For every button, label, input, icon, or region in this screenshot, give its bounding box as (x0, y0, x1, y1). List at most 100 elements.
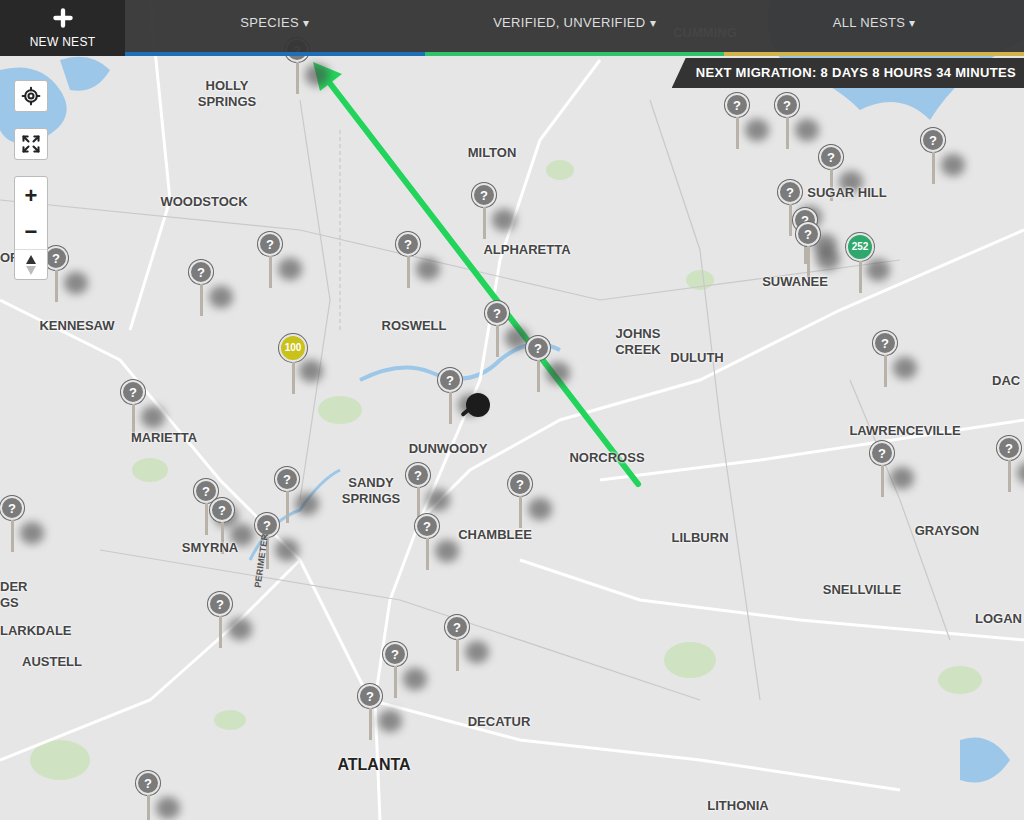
nest-count-pin[interactable]: 100 (279, 334, 307, 394)
nest-pin[interactable]: ? (121, 380, 145, 436)
pin-shadow (426, 489, 450, 511)
pin-head: ? (189, 260, 213, 284)
pin-shadow (209, 286, 233, 308)
pin-stick (369, 708, 372, 740)
pin-label: 100 (285, 343, 302, 353)
place-label: SUGAR HILL (802, 185, 892, 201)
filter-label: ALL NESTS (833, 13, 906, 33)
pin-label: ? (202, 485, 210, 498)
pin-shadow (745, 119, 769, 141)
nest-pin[interactable]: ? (189, 260, 213, 316)
place-label: GRAYSON (902, 523, 992, 539)
pin-stick (292, 362, 295, 394)
fullscreen-button[interactable] (14, 128, 48, 160)
nest-pin[interactable]: ? (415, 514, 439, 570)
pin-head: ? (997, 436, 1021, 460)
pin-label: ? (8, 502, 16, 515)
place-label: WOODSTOCK (154, 194, 254, 210)
nest-pin[interactable]: ? (258, 232, 282, 288)
pin-label: ? (423, 520, 431, 533)
pin-head: 252 (846, 233, 874, 261)
pin-stick (286, 491, 289, 523)
pin-head: ? (0, 496, 24, 520)
pin-label: ? (366, 690, 374, 703)
pin-head: ? (819, 145, 843, 169)
zoom-in-button[interactable]: + (15, 177, 47, 213)
map-canvas[interactable]: ????????252???????100??????????????????H… (0, 0, 1024, 820)
nest-pin[interactable]: ? (508, 472, 532, 528)
nest-pin[interactable]: ? (136, 771, 160, 820)
place-label: SMYRNA (170, 540, 250, 556)
place-label: AUSTELL (12, 654, 92, 670)
pin-stick (881, 465, 884, 497)
pin-shadow (156, 797, 180, 819)
filter-label: VERIFIED, UNVERIFIED (493, 13, 645, 33)
nest-pin[interactable]: ? (383, 642, 407, 698)
locate-button[interactable] (14, 80, 48, 112)
fullscreen-icon (21, 134, 41, 154)
nest-pin[interactable]: ? (526, 336, 550, 392)
nest-pin[interactable]: ? (997, 436, 1021, 492)
compass-button[interactable] (15, 249, 47, 279)
pin-label: ? (283, 473, 291, 486)
place-label: DULUTH (657, 350, 737, 366)
pin-label: ? (804, 228, 812, 241)
nest-pin[interactable]: ? (472, 183, 496, 239)
pin-stick (426, 538, 429, 570)
filter-dropdown[interactable]: ALL NESTS▾ (724, 0, 1024, 56)
pin-label: ? (391, 648, 399, 661)
nest-pin[interactable]: ? (485, 301, 509, 357)
pin-shadow (893, 357, 917, 379)
nest-pin[interactable]: ? (775, 93, 799, 149)
pin-stick (519, 496, 522, 528)
nest-pin[interactable]: ? (396, 232, 420, 288)
nest-pin[interactable]: ? (0, 496, 24, 552)
filter-dropdown[interactable]: SPECIES▾ (125, 0, 425, 56)
toolbar: NEW NESTSPECIES▾ VERIFIED, UNVERIFIED ▾ ALL… (0, 0, 1024, 56)
pin-shadow (465, 641, 489, 663)
pin-head: ? (873, 331, 897, 355)
pin-shadow (941, 154, 965, 176)
nest-pin[interactable]: ? (873, 331, 897, 387)
zoom-out-button[interactable]: − (15, 213, 47, 249)
nest-pin[interactable]: ? (445, 615, 469, 671)
pin-head: ? (258, 232, 282, 256)
place-label: MARIETTA (119, 430, 209, 446)
pin-shadow (1017, 462, 1024, 484)
pin-shadow (795, 119, 819, 141)
pin-stick (537, 360, 540, 392)
compass-icon (25, 254, 37, 276)
caret-icon: ▾ (303, 14, 309, 32)
nest-pin[interactable]: ? (438, 368, 462, 424)
nest-pin[interactable]: ? (725, 93, 749, 149)
place-label: LILBURN (660, 530, 740, 546)
pin-shadow (20, 522, 44, 544)
pin-shadow (816, 248, 840, 270)
pin-head: ? (208, 592, 232, 616)
nest-pin[interactable]: ? (208, 592, 232, 648)
map-controls: +− (14, 80, 48, 280)
pin-stick (449, 392, 452, 424)
nest-pin[interactable]: ? (358, 684, 382, 740)
pin-shadow (528, 498, 552, 520)
pin-shadow (435, 540, 459, 562)
pin-label: ? (534, 342, 542, 355)
pin-head: ? (775, 93, 799, 117)
nest-pin[interactable]: ? (796, 222, 820, 278)
nest-count-pin[interactable]: 252 (846, 233, 874, 293)
nest-pin[interactable]: ? (406, 463, 430, 519)
pin-stick (269, 256, 272, 288)
nest-marker[interactable] (466, 393, 490, 417)
nest-pin[interactable]: ? (921, 128, 945, 184)
new-nest-button[interactable]: NEW NEST (0, 0, 125, 56)
pin-stick (205, 503, 208, 535)
nest-pin[interactable]: ? (275, 467, 299, 523)
migration-banner: NEXT MIGRATION: 8 DAYS 8 HOURS 34 MINUTE… (672, 58, 1024, 88)
nest-pin[interactable]: ? (870, 441, 894, 497)
pin-label: ? (827, 151, 835, 164)
place-label: JOHNS CREEK (603, 326, 673, 359)
pin-stick (147, 795, 150, 820)
nest-map-app: ????????252???????100??????????????????H… (0, 0, 1024, 820)
place-label: DER GS (0, 579, 30, 612)
place-label: NORCROSS (557, 450, 657, 466)
